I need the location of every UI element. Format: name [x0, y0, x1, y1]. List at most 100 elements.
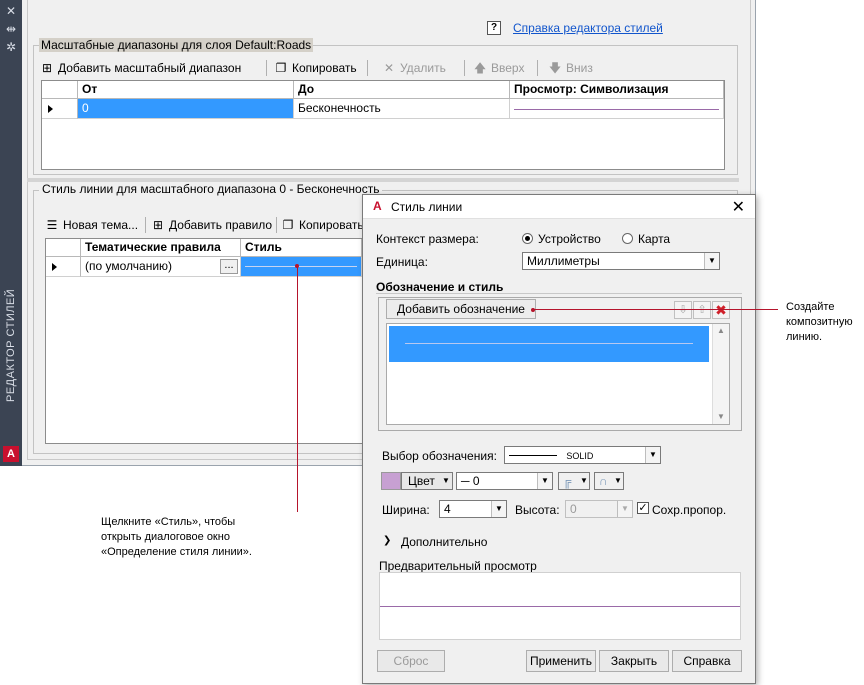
column-header-style[interactable]: Стиль	[241, 239, 362, 257]
thickness-select[interactable]: ─ 0 ▼	[456, 472, 553, 490]
column-header-preview[interactable]: Просмотр: Символизация	[510, 81, 724, 99]
style-editor-help-link[interactable]: Справка редактора стилей	[513, 21, 663, 35]
symbol-select[interactable]: SOLID ▼	[504, 446, 661, 464]
line-end-style-button[interactable]: ╔ ▼	[558, 472, 590, 490]
current-row-icon	[48, 105, 53, 113]
add-rule-icon: ⊞	[152, 218, 164, 232]
arrow-up-icon: 🡅	[473, 61, 487, 75]
theme-rules-grid: Тематические правила Стиль (по умолчанию…	[45, 238, 363, 444]
copy-rule-button[interactable]: ❐ Копировать	[281, 217, 364, 233]
add-range-icon: ⊞	[41, 61, 53, 75]
autocad-logo-icon: A	[3, 446, 19, 462]
callout-style-text: Щелкните «Стиль», чтобы открыть диалогов…	[101, 516, 252, 558]
unit-label: Единица:	[376, 255, 428, 269]
scroll-down-icon[interactable]: ▼	[713, 410, 729, 424]
reset-button[interactable]: Сброс	[377, 650, 445, 672]
chevron-down-icon[interactable]: ❯	[383, 535, 391, 546]
unit-select[interactable]: Миллиметры ▼	[522, 252, 720, 270]
move-up-symbol-button[interactable]: ⇧	[693, 301, 711, 319]
move-down-button[interactable]: 🡇 Вниз	[548, 60, 593, 76]
width-select[interactable]: 4 ▼	[439, 500, 507, 518]
move-up-button[interactable]: 🡅 Вверх	[473, 60, 525, 76]
theme-icon: ☰	[46, 218, 58, 232]
add-symbol-button[interactable]: Добавить обозначение	[386, 299, 536, 319]
keep-proportion-label[interactable]: Сохр.пропор.	[652, 503, 726, 517]
chevron-down-icon: ▼	[579, 473, 589, 489]
keep-proportion-checkbox[interactable]: ✓	[637, 502, 649, 514]
preview-label: Предварительный просмотр	[379, 559, 537, 573]
current-row-icon	[52, 263, 57, 271]
row-selector[interactable]	[42, 99, 78, 119]
delete-symbol-button[interactable]: ✖	[712, 301, 730, 319]
toolbar-separator	[276, 217, 277, 233]
palette-title: РЕДАКТОР СТИЛЕЙ	[5, 288, 17, 402]
rule-ellipsis-button[interactable]: ...	[220, 259, 238, 274]
scale-range-group-title: Масштабные диапазоны для слоя Default:Ro…	[39, 38, 314, 52]
symbol-style-section-title: Обозначение и стиль	[376, 280, 504, 294]
chevron-down-icon: ▼	[617, 501, 632, 517]
symbol-list-scrollbar[interactable]: ▲ ▼	[712, 324, 729, 424]
dialog-titlebar: A Стиль линии ✕	[363, 195, 755, 219]
add-rule-button[interactable]: ⊞ Добавить правило	[151, 217, 272, 233]
radio-device[interactable]	[522, 233, 533, 244]
radio-map-label[interactable]: Карта	[638, 232, 670, 246]
delete-range-button[interactable]: ✕ Удалить	[382, 60, 446, 76]
toolbar-separator	[537, 60, 538, 76]
toolbar-separator	[266, 60, 267, 76]
move-down-symbol-button[interactable]: ⇩	[674, 301, 692, 319]
help-icon[interactable]: ?	[487, 21, 501, 35]
width-label: Ширина:	[382, 503, 430, 517]
line-style-group-title: Стиль линии для масштабного диапазона 0 …	[39, 182, 383, 196]
callout-composite-line	[533, 309, 778, 310]
size-context-label: Контекст размера:	[376, 232, 479, 246]
cell-style[interactable]	[241, 257, 362, 277]
chevron-down-icon: ▼	[704, 253, 719, 269]
callout-composite-text: Создайте композитную линию.	[786, 301, 853, 343]
toolbar-separator	[464, 60, 465, 76]
line-join-style-button[interactable]: ∩ ▼	[594, 472, 624, 490]
scroll-up-icon[interactable]: ▲	[713, 324, 729, 338]
cell-preview[interactable]	[510, 99, 724, 119]
close-icon[interactable]: ✕	[732, 197, 745, 217]
grid-corner	[46, 239, 81, 257]
close-button[interactable]: Закрыть	[599, 650, 669, 672]
section-divider	[376, 293, 742, 294]
chevron-down-icon: ▼	[491, 501, 506, 517]
advanced-toggle[interactable]: Дополнительно	[401, 535, 487, 549]
radio-device-label[interactable]: Устройство	[538, 232, 601, 246]
line-cap-icon: ╔	[563, 474, 572, 488]
copy-range-button[interactable]: ❐ Копировать	[274, 60, 357, 76]
new-theme-button[interactable]: ☰ Новая тема...	[45, 217, 138, 233]
delete-icon: ✕	[383, 61, 395, 75]
pin-icon[interactable]: ⇹	[4, 22, 18, 36]
column-header-to[interactable]: До	[294, 81, 510, 99]
line-thickness-icon: ─	[461, 474, 470, 488]
symbol-list-item[interactable]	[389, 326, 709, 362]
symbol-select-label: Выбор обозначения:	[382, 449, 497, 463]
style-line-preview	[245, 266, 357, 267]
preview-line	[380, 606, 740, 607]
toolbar-separator	[367, 60, 368, 76]
color-button[interactable]: Цвет ▼	[401, 472, 453, 490]
radio-map[interactable]	[622, 233, 633, 244]
symbol-line-preview	[405, 343, 693, 344]
cell-to[interactable]: Бесконечность	[294, 99, 510, 119]
line-join-icon: ∩	[599, 474, 608, 488]
cell-from[interactable]: 0	[78, 99, 294, 119]
copy-icon: ❐	[282, 218, 294, 232]
scale-range-grid: От До Просмотр: Символизация 0 Бесконечн…	[41, 80, 725, 170]
color-swatch[interactable]	[381, 472, 401, 490]
cell-rule[interactable]: (по умолчанию) ...	[81, 257, 241, 277]
chevron-down-icon: ▼	[613, 473, 623, 489]
column-header-from[interactable]: От	[78, 81, 294, 99]
height-select[interactable]: 0 ▼	[565, 500, 633, 518]
settings-icon[interactable]: ✲	[4, 40, 18, 54]
close-icon[interactable]: ✕	[4, 4, 18, 18]
apply-button[interactable]: Применить	[526, 650, 596, 672]
column-header-rules[interactable]: Тематические правила	[81, 239, 241, 257]
dialog-title: Стиль линии	[391, 200, 463, 214]
row-selector[interactable]	[46, 257, 81, 277]
preview-pane	[379, 572, 741, 640]
help-button[interactable]: Справка	[672, 650, 742, 672]
add-scale-range-button[interactable]: ⊞ Добавить масштабный диапазон	[40, 60, 241, 76]
